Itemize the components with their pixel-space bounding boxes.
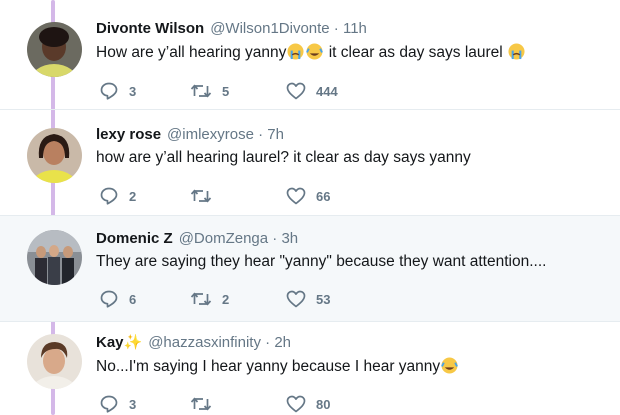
avatar[interactable] — [27, 230, 82, 285]
retweet-button[interactable] — [190, 394, 222, 414]
reply-icon — [100, 395, 119, 413]
retweet-count: 5 — [222, 83, 230, 99]
crying-emoji-icon — [306, 43, 324, 60]
reply-count: 3 — [129, 396, 137, 412]
tweet-text: No...I'm saying I hear yanny because I h… — [96, 357, 459, 376]
timestamp[interactable]: · 7h — [254, 126, 284, 143]
crying-emoji-icon — [441, 357, 459, 374]
retweet-icon — [190, 290, 212, 308]
like-button[interactable]: 80 — [286, 394, 330, 414]
reply-icon — [100, 187, 119, 205]
retweet-button[interactable]: 5 — [190, 81, 229, 101]
avatar[interactable] — [27, 334, 82, 389]
tweet-header: Kay✨ @hazzasxinfinity · 2h — [96, 333, 291, 351]
tweet-header: Domenic Z @DomZenga · 3h — [96, 230, 298, 247]
retweet-button[interactable] — [190, 186, 222, 206]
tweet-2[interactable]: lexy rose @imlexyrose · 7h how are y’all … — [0, 110, 620, 216]
like-button[interactable]: 66 — [286, 186, 330, 206]
heart-icon — [286, 290, 306, 308]
tweet-1[interactable]: Divonte Wilson @Wilson1Divonte · 11h How … — [0, 0, 620, 110]
like-count: 66 — [316, 188, 331, 204]
heart-icon — [286, 395, 306, 413]
reply-count: 2 — [129, 188, 137, 204]
like-button[interactable]: 53 — [286, 289, 330, 309]
crying-emoji-icon — [508, 43, 525, 60]
retweet-count: 2 — [222, 291, 230, 307]
tweet-4[interactable]: Kay✨ @hazzasxinfinity · 2h No...I'm sayin… — [0, 322, 620, 415]
tweet-text-part-1: How are y’all hearing yanny — [96, 44, 287, 61]
reply-count: 3 — [129, 83, 137, 99]
retweet-icon — [190, 395, 212, 413]
reply-button[interactable]: 2 — [100, 186, 136, 206]
timestamp[interactable]: · 3h — [268, 230, 298, 247]
retweet-icon — [190, 82, 212, 100]
reply-count: 6 — [129, 291, 137, 307]
like-count: 80 — [316, 396, 331, 412]
timestamp[interactable]: · 11h — [330, 20, 367, 37]
retweet-icon — [190, 187, 212, 205]
avatar[interactable] — [27, 22, 82, 77]
timestamp[interactable]: · 2h — [261, 334, 291, 351]
crying-emoji-icon — [287, 43, 304, 60]
tweet-header: lexy rose @imlexyrose · 7h — [96, 126, 284, 143]
tweet-text-content: No...I'm saying I hear yanny because I h… — [96, 358, 441, 375]
display-name[interactable]: lexy rose — [96, 126, 161, 143]
heart-icon — [286, 187, 306, 205]
tweet-text-part-2: it clear as day says laurel — [324, 44, 508, 61]
display-name[interactable]: Domenic Z — [96, 230, 173, 247]
display-name[interactable]: Kay✨ — [96, 334, 142, 351]
user-handle[interactable]: @hazzasxinfinity — [148, 334, 261, 351]
tweet-text: They are saying they hear "yanny" becaus… — [96, 253, 547, 270]
avatar[interactable] — [27, 128, 82, 183]
tweet-text: how are y’all hearing laurel? it clear a… — [96, 149, 471, 166]
tweet-text: How are y’all hearing yanny it clear as … — [96, 43, 526, 62]
tweet-header: Divonte Wilson @Wilson1Divonte · 11h — [96, 20, 367, 37]
reply-icon — [100, 290, 119, 308]
display-name[interactable]: Divonte Wilson — [96, 20, 204, 37]
user-handle[interactable]: @imlexyrose — [167, 126, 254, 143]
user-handle[interactable]: @DomZenga — [179, 230, 268, 247]
reply-button[interactable]: 6 — [100, 289, 136, 309]
retweet-button[interactable]: 2 — [190, 289, 229, 309]
reply-button[interactable]: 3 — [100, 394, 136, 414]
like-count: 444 — [316, 83, 338, 99]
user-handle[interactable]: @Wilson1Divonte — [210, 20, 329, 37]
heart-icon — [286, 82, 306, 100]
reply-button[interactable]: 3 — [100, 81, 136, 101]
reply-icon — [100, 82, 119, 100]
tweet-3[interactable]: Domenic Z @DomZenga · 3h They are saying … — [0, 216, 620, 322]
like-count: 53 — [316, 291, 331, 307]
like-button[interactable]: 444 — [286, 81, 338, 101]
